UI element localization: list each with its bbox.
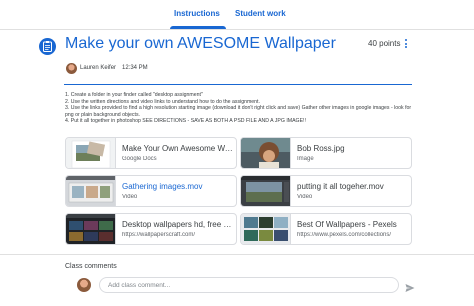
attachment-card[interactable]: Bob Ross.jpg Image: [240, 137, 412, 169]
title-divider: [64, 84, 412, 85]
attachment-title: Bob Ross.jpg: [297, 144, 345, 153]
attachment-title: Gathering images.mov: [122, 182, 203, 191]
attachment-thumbnail: [66, 138, 116, 168]
more-options-icon[interactable]: [403, 38, 409, 50]
page-title: Make your own AWESOME Wallpaper: [65, 35, 336, 52]
tab-instructions[interactable]: Instructions: [174, 9, 220, 18]
comments-divider: [0, 254, 474, 255]
class-comment-input[interactable]: [99, 277, 399, 293]
attachment-type: Video: [122, 194, 138, 200]
tab-student-work[interactable]: Student work: [235, 9, 286, 18]
instruction-line: 3. Use the links provided to find a high…: [65, 105, 412, 118]
attachment-thumbnail: [241, 214, 291, 244]
attachment-card[interactable]: putting it all togeher.mov Video: [240, 175, 412, 207]
attachment-card[interactable]: Best Of Wallpapers - Pexels https://www.…: [240, 213, 412, 245]
class-comments-label: Class comments: [65, 263, 117, 270]
author-avatar: [66, 63, 77, 74]
attachment-type: https://wallpaperscraft.com/: [122, 232, 196, 238]
attachment-type: Image: [297, 156, 314, 162]
author-name: Lauren Keifer: [80, 65, 117, 71]
instructions-text: 1. Create a folder in your finder called…: [65, 92, 415, 125]
tab-bar: Instructions Student work: [0, 0, 474, 30]
attachment-title: Best Of Wallpapers - Pexels: [297, 220, 397, 229]
instruction-line: 4. Put it all together in photoshop SEE …: [65, 118, 306, 125]
post-time: 12:34 PM: [122, 65, 148, 71]
attachment-title: Make Your Own Awesome Wallpaper: [122, 144, 234, 153]
points-label: 40 points: [368, 39, 401, 48]
attachment-type: Google Docs: [122, 156, 157, 162]
attachment-thumbnail: [241, 138, 291, 168]
attachment-type: https://www.pexels.com/collections/: [297, 232, 392, 238]
attachment-title: Desktop wallpapers hd, free deskt: [122, 220, 234, 229]
attachment-card[interactable]: Desktop wallpapers hd, free deskt https:…: [65, 213, 237, 245]
assignment-icon: [39, 38, 56, 55]
attachment-card[interactable]: Gathering images.mov Video: [65, 175, 237, 207]
instruction-line: 2. Use the written directions and video …: [65, 98, 260, 105]
instruction-line: 1. Create a folder in your finder called…: [65, 92, 203, 98]
send-icon[interactable]: [405, 280, 415, 292]
attachment-thumbnail: [66, 214, 116, 244]
attachment-thumbnail: [241, 176, 291, 206]
attachment-card[interactable]: Make Your Own Awesome Wallpaper Google D…: [65, 137, 237, 169]
user-avatar: [77, 278, 91, 292]
attachment-thumbnail: [66, 176, 116, 206]
active-tab-indicator: [170, 26, 226, 29]
attachment-type: Video: [297, 194, 313, 200]
attachment-title: putting it all togeher.mov: [297, 182, 384, 191]
